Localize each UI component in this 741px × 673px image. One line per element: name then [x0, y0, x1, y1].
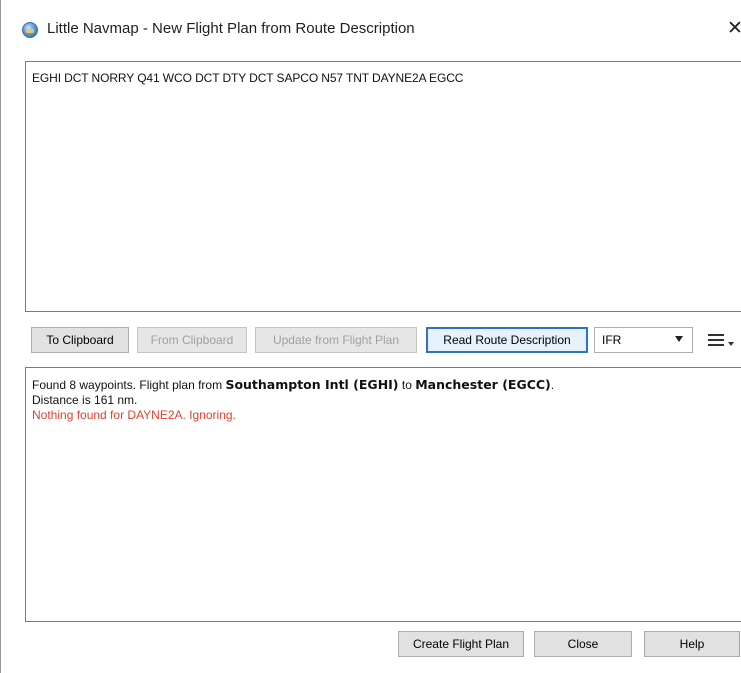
- dialog-window: Little Navmap - New Flight Plan from Rou…: [0, 0, 741, 673]
- window-title: Little Navmap - New Flight Plan from Rou…: [47, 20, 415, 37]
- departure-airport: Southampton Intl (EGHI): [225, 377, 399, 392]
- distance-line: Distance is 161 nm.: [32, 393, 138, 407]
- close-window-icon[interactable]: ✕: [727, 17, 741, 40]
- destination-airport: Manchester (EGCC): [415, 377, 551, 392]
- chevron-down-icon: [675, 336, 683, 342]
- flight-rules-select[interactable]: IFR: [594, 327, 693, 353]
- from-clipboard-button[interactable]: From Clipboard: [137, 327, 247, 353]
- options-menu-button[interactable]: [704, 327, 741, 353]
- help-button[interactable]: Help: [644, 631, 740, 657]
- menu-dropdown-caret-icon: [728, 342, 734, 346]
- read-route-description-button[interactable]: Read Route Description: [426, 327, 588, 353]
- app-icon: [22, 22, 38, 38]
- create-flight-plan-button[interactable]: Create Flight Plan: [398, 631, 524, 657]
- hamburger-menu-icon: [708, 334, 724, 347]
- error-message: Nothing found for DAYNE2A. Ignoring.: [32, 408, 236, 422]
- flight-rules-value: IFR: [602, 333, 622, 347]
- route-description-input[interactable]: EGHI DCT NORRY Q41 WCO DCT DTY DCT SAPCO…: [25, 61, 741, 312]
- title-bar[interactable]: Little Navmap - New Flight Plan from Rou…: [1, 0, 741, 52]
- to-clipboard-button[interactable]: To Clipboard: [31, 327, 129, 353]
- update-from-flight-plan-button[interactable]: Update from Flight Plan: [255, 327, 417, 353]
- result-summary-line: Found 8 waypoints. Flight plan from Sout…: [32, 377, 555, 392]
- close-button[interactable]: Close: [534, 631, 632, 657]
- result-log: Found 8 waypoints. Flight plan from Sout…: [25, 367, 741, 622]
